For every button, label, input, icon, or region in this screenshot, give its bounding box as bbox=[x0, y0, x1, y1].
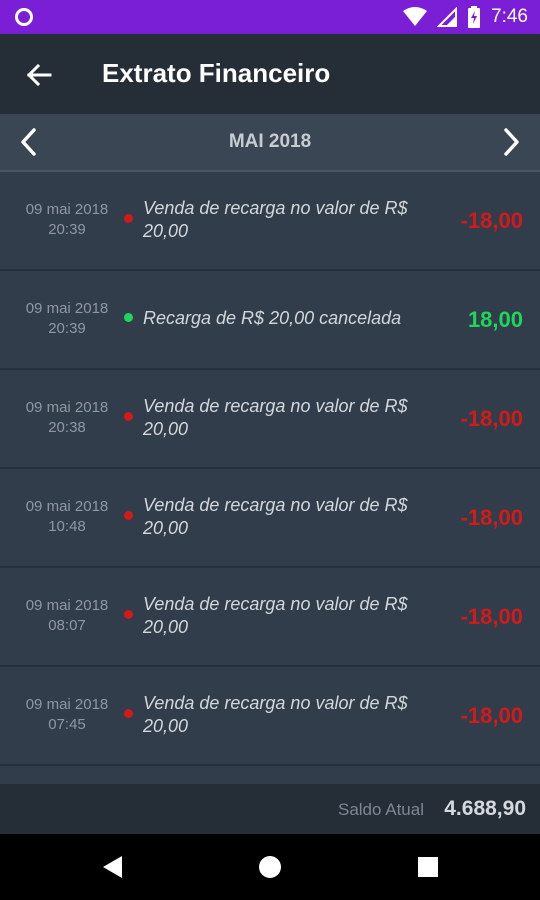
back-triangle-icon[interactable] bbox=[100, 854, 126, 880]
transaction-date: 09 mai 2018 bbox=[25, 201, 109, 218]
transaction-date: 09 mai 2018 bbox=[25, 399, 109, 416]
debit-dot-icon bbox=[124, 511, 133, 520]
transaction-date: 09 mai 2018 bbox=[25, 498, 109, 515]
transaction-time: 20:39 bbox=[48, 221, 86, 238]
debit-dot-icon bbox=[124, 709, 133, 718]
battery-charging-icon bbox=[468, 6, 481, 28]
chevron-right-icon[interactable] bbox=[494, 126, 526, 158]
transaction-time: 07:45 bbox=[48, 716, 86, 733]
transaction-datetime: 09 mai 2018 10:48 bbox=[10, 497, 124, 537]
wifi-icon bbox=[403, 7, 428, 26]
transaction-amount: -18,00 bbox=[460, 208, 523, 233]
transaction-amount: 18,00 bbox=[467, 307, 523, 332]
debit-dot-icon bbox=[124, 412, 133, 421]
transaction-date: 09 mai 2018 bbox=[25, 300, 109, 317]
status-bar: 7:46 bbox=[0, 0, 540, 34]
transaction-time: 08:07 bbox=[48, 617, 86, 634]
signal-icon bbox=[437, 7, 458, 27]
transaction-row[interactable]: 09 mai 2018 20:39 Venda de recarga no val… bbox=[0, 172, 540, 271]
transaction-time: 10:48 bbox=[48, 518, 86, 535]
transaction-amount: -18,00 bbox=[460, 604, 523, 629]
page-title: Extrato Financeiro bbox=[102, 58, 331, 88]
transaction-amount: -18,00 bbox=[460, 703, 523, 728]
transaction-description: Venda de recarga no valor de R$ 20,00 bbox=[143, 693, 408, 736]
transaction-datetime: 09 mai 2018 20:39 bbox=[10, 200, 124, 240]
transaction-description: Venda de recarga no valor de R$ 20,00 bbox=[143, 198, 408, 241]
transaction-row[interactable]: 09 mai 2018 10:48 Venda de recarga no val… bbox=[0, 469, 540, 568]
debit-dot-icon bbox=[124, 610, 133, 619]
month-label: MAI 2018 bbox=[228, 131, 312, 152]
transaction-amount: -18,00 bbox=[460, 505, 523, 530]
app-bar: Extrato Financeiro bbox=[0, 34, 540, 114]
transaction-row[interactable]: 09 mai 2018 07:45 Venda de recarga no val… bbox=[0, 667, 540, 766]
credit-dot-icon bbox=[124, 313, 133, 322]
transaction-description: Recarga de R$ 20,00 cancelada bbox=[143, 308, 402, 328]
transaction-row[interactable]: 09 mai 2018 20:39 Recarga de R$ 20,00 can… bbox=[0, 271, 540, 370]
transaction-date: 09 mai 2018 bbox=[25, 597, 109, 614]
transaction-amount: -18,00 bbox=[460, 406, 523, 431]
status-time: 7:46 bbox=[491, 6, 528, 27]
system-nav-bar bbox=[0, 834, 540, 900]
transaction-time: 20:39 bbox=[48, 320, 86, 337]
recents-square-icon[interactable] bbox=[415, 854, 441, 880]
transaction-description: Venda de recarga no valor de R$ 20,00 bbox=[143, 594, 408, 637]
home-circle-icon[interactable] bbox=[257, 854, 283, 880]
circle-notification-icon bbox=[15, 8, 33, 26]
balance-label: Saldo Atual bbox=[337, 800, 424, 819]
debit-dot-icon bbox=[124, 214, 133, 223]
transaction-row[interactable]: 09 mai 2018 08:07 Venda de recarga no val… bbox=[0, 568, 540, 667]
status-icons: 7:46 bbox=[403, 0, 528, 34]
arrow-left-icon[interactable] bbox=[22, 58, 56, 92]
transaction-datetime: 09 mai 2018 08:07 bbox=[10, 596, 124, 636]
transaction-datetime: 09 mai 2018 07:45 bbox=[10, 695, 124, 735]
balance-footer: Saldo Atual 4.688,90 bbox=[0, 784, 540, 834]
transaction-description: Venda de recarga no valor de R$ 20,00 bbox=[143, 495, 408, 538]
transaction-datetime: 09 mai 2018 20:38 bbox=[10, 398, 124, 438]
transaction-date: 09 mai 2018 bbox=[25, 696, 109, 713]
balance-value: 4.688,90 bbox=[444, 797, 526, 820]
transaction-row[interactable]: 09 mai 2018 20:38 Venda de recarga no val… bbox=[0, 370, 540, 469]
transaction-datetime: 09 mai 2018 20:39 bbox=[10, 299, 124, 339]
month-selector: MAI 2018 bbox=[0, 114, 540, 172]
transaction-time: 20:38 bbox=[48, 419, 86, 436]
transaction-list[interactable]: 09 mai 2018 20:39 Venda de recarga no val… bbox=[0, 172, 540, 806]
transaction-description: Venda de recarga no valor de R$ 20,00 bbox=[143, 396, 408, 439]
